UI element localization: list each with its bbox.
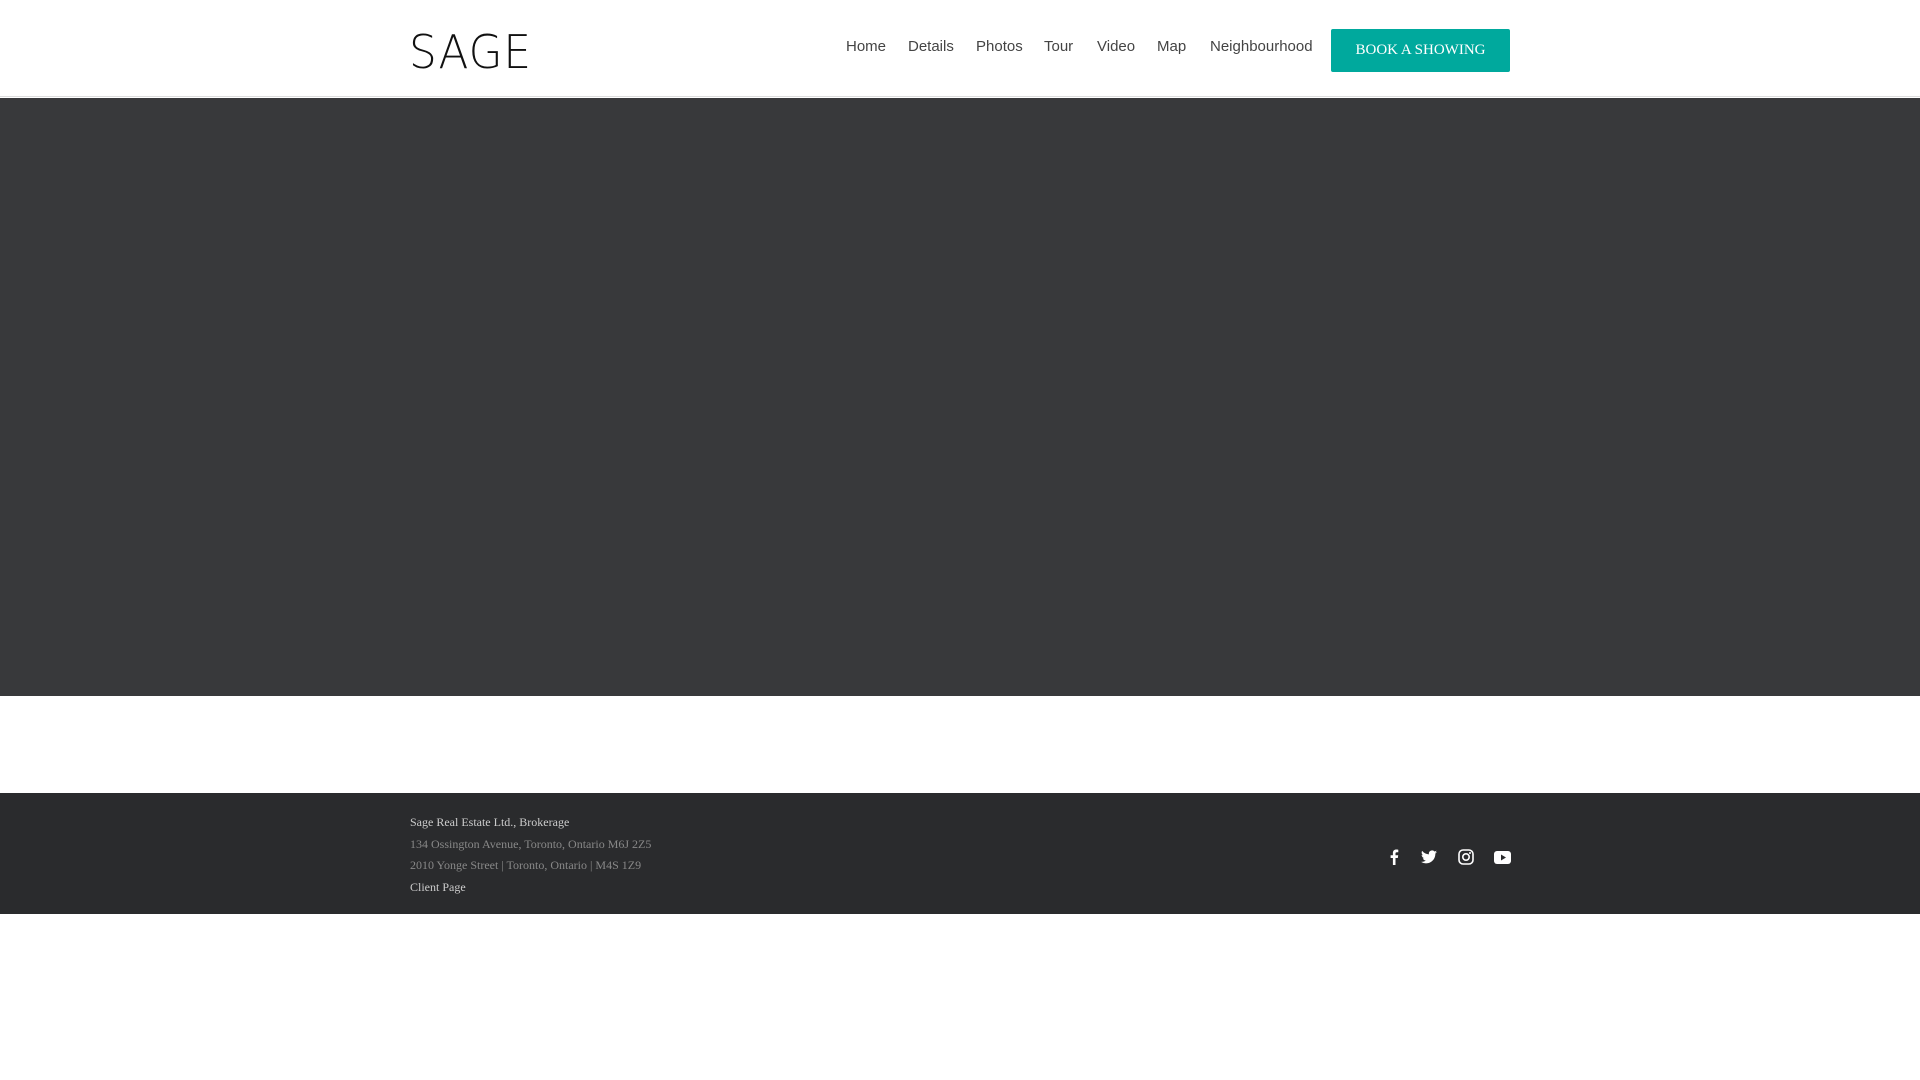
nav-neighbourhood[interactable]: Neighbourhood (1210, 38, 1313, 55)
site-header: SAGE Home Details Photos Tour Video Map … (0, 0, 1920, 97)
instagram-icon[interactable] (1457, 848, 1475, 866)
youtube-icon[interactable] (1493, 848, 1511, 866)
footer-company: Sage Real Estate Ltd., Brokerage (410, 815, 570, 829)
nav-home[interactable]: Home (846, 38, 886, 55)
nav-tour[interactable]: Tour (1044, 38, 1073, 55)
nav-details[interactable]: Details (908, 38, 954, 55)
footer-address-2: 2010 Yonge Street | Toronto, Ontario | M… (410, 858, 642, 872)
site-footer (0, 793, 1920, 914)
hero-media-area (0, 98, 1920, 696)
book-showing-button[interactable]: BOOK A SHOWING (1331, 29, 1510, 72)
nav-photos[interactable]: Photos (976, 38, 1023, 55)
nav-map[interactable]: Map (1157, 38, 1186, 55)
twitter-icon[interactable] (1420, 848, 1438, 866)
nav-video[interactable]: Video (1097, 38, 1135, 55)
footer-address-1: 134 Ossington Avenue, Toronto, Ontario M… (410, 837, 652, 851)
facebook-icon[interactable] (1385, 848, 1403, 866)
sage-logo[interactable]: SAGE (409, 25, 532, 79)
client-page-link[interactable]: Client Page (410, 880, 466, 895)
